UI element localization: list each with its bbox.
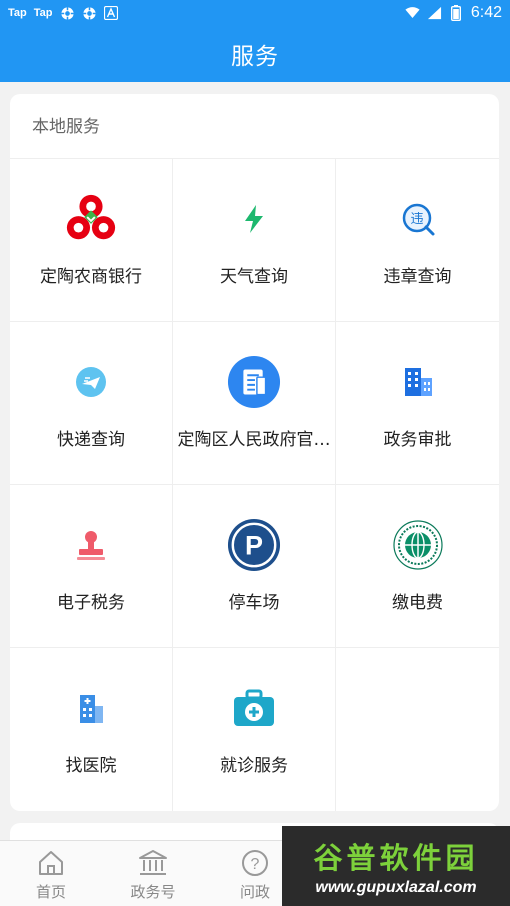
tab-label: 政务号 <box>130 883 176 901</box>
service-bank[interactable]: 定陶农商银行 <box>10 159 173 322</box>
wifi-icon <box>405 6 420 21</box>
service-electricity[interactable]: 缴电费 <box>336 485 499 648</box>
service-label: 停车场 <box>228 593 280 613</box>
service-label: 定陶区人民政府官… <box>177 430 331 450</box>
tap-app-icon: Tap <box>33 7 53 19</box>
lightning-icon <box>227 192 281 246</box>
service-parking[interactable]: P 停车场 <box>173 485 336 648</box>
service-violation[interactable]: 违 违章查询 <box>336 159 499 322</box>
battery-icon <box>449 5 464 21</box>
page-title: 服务 <box>231 44 279 70</box>
service-label: 缴电费 <box>392 593 443 613</box>
app-header: 服务 <box>0 26 510 82</box>
service-grid: 定陶农商银行 天气查询 违 违章查询 快递查询 定陶区人民政府官… 政务审批 电… <box>10 159 499 811</box>
parking-icon: P <box>227 518 281 572</box>
service-label: 政务审批 <box>383 430 452 450</box>
bank-logo-icon <box>64 192 118 246</box>
home-icon <box>36 848 66 878</box>
svg-text:P: P <box>245 531 263 561</box>
express-delivery-icon <box>64 355 118 409</box>
service-label: 定陶农商银行 <box>40 267 142 287</box>
empty-cell <box>336 648 499 811</box>
watermark-url: www.gupuxlazal.com <box>315 879 477 896</box>
service-label: 就诊服务 <box>220 756 288 776</box>
service-label: 快递查询 <box>57 430 125 450</box>
hospital-icon <box>64 681 118 735</box>
question-icon: ? <box>240 848 270 878</box>
service-express[interactable]: 快递查询 <box>10 322 173 485</box>
state-grid-logo-icon <box>391 518 445 572</box>
service-tax[interactable]: 电子税务 <box>10 485 173 648</box>
service-government-site[interactable]: 定陶区人民政府官… <box>173 322 336 485</box>
tab-label: 首页 <box>35 883 66 901</box>
tab-label: 问政 <box>239 883 270 901</box>
service-label: 违章查询 <box>383 267 452 287</box>
service-approval[interactable]: 政务审批 <box>336 322 499 485</box>
watermark-title: 谷普软件园 <box>313 841 479 875</box>
tab-home[interactable]: 首页 <box>0 841 102 906</box>
service-hospital[interactable]: 找医院 <box>10 648 173 811</box>
medical-kit-icon <box>227 681 281 735</box>
section-title: 本地服务 <box>10 94 499 159</box>
service-weather[interactable]: 天气查询 <box>173 159 336 322</box>
signal-icon <box>427 6 442 21</box>
gear-icon <box>60 6 75 21</box>
tab-government-account[interactable]: 政务号 <box>102 841 204 906</box>
service-label: 电子税务 <box>57 593 125 613</box>
a-icon <box>104 6 119 21</box>
tap-app-icon: Tap <box>8 7 27 19</box>
watermark-banner: 谷普软件园 www.gupuxlazal.com <box>282 826 510 906</box>
government-building-icon <box>138 848 168 878</box>
service-label: 找医院 <box>65 756 117 776</box>
service-clinic[interactable]: 就诊服务 <box>173 648 336 811</box>
traffic-violation-icon: 违 <box>391 192 445 246</box>
buildings-icon <box>391 355 445 409</box>
gear-icon <box>82 6 97 21</box>
government-document-icon <box>227 355 281 409</box>
svg-text:?: ? <box>251 856 260 873</box>
svg-text:违: 违 <box>410 212 423 227</box>
service-label: 天气查询 <box>220 267 288 287</box>
local-services-card: 本地服务 定陶农商银行 天气查询 违 违章查询 快递查询 定陶区人民政府官… 政… <box>10 94 499 811</box>
stamp-icon <box>64 518 118 572</box>
status-time: 6:42 <box>470 4 502 21</box>
status-bar: Tap Tap 6:42 <box>0 0 510 26</box>
